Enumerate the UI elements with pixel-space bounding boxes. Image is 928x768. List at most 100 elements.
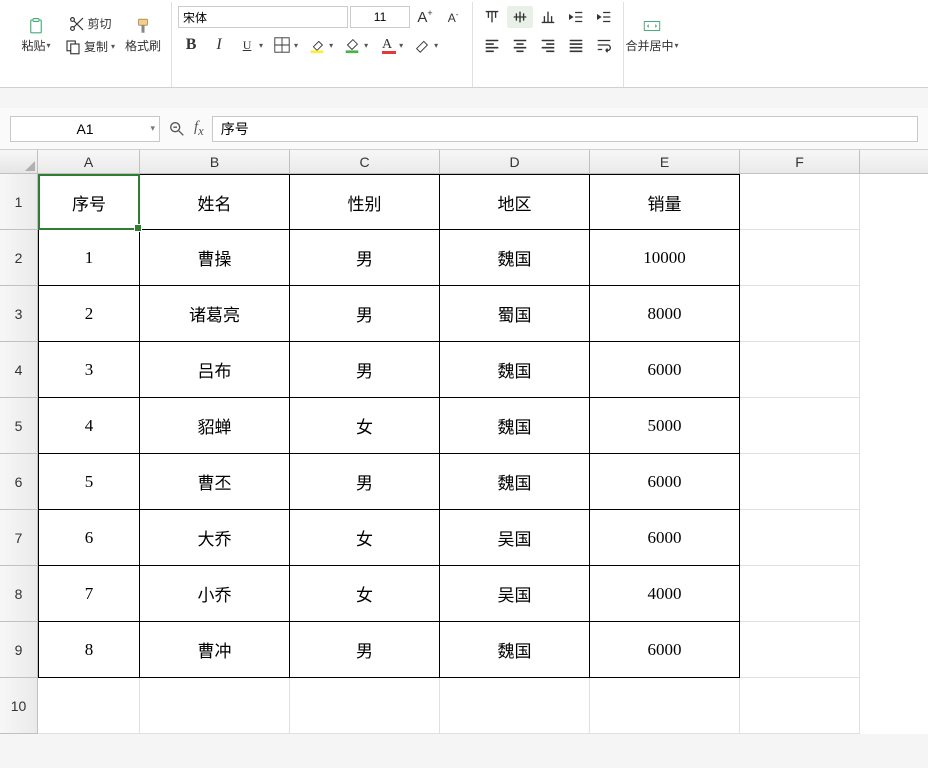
- align-top-button[interactable]: [479, 6, 505, 28]
- cell-A4[interactable]: 3: [38, 342, 140, 398]
- row-header-9[interactable]: 9: [0, 622, 38, 678]
- italic-button[interactable]: I: [206, 34, 232, 56]
- cell-A9[interactable]: 8: [38, 622, 140, 678]
- cell-B8[interactable]: 小乔: [140, 566, 290, 622]
- cell-D1[interactable]: 地区: [440, 174, 590, 230]
- cell-B10[interactable]: [140, 678, 290, 734]
- cell-F9[interactable]: [740, 622, 860, 678]
- cell-D5[interactable]: 魏国: [440, 398, 590, 454]
- cell-A2[interactable]: 1: [38, 230, 140, 286]
- paste-button[interactable]: 粘贴▾: [14, 2, 58, 68]
- format-painter-button[interactable]: 格式刷: [121, 2, 165, 68]
- cell-E2[interactable]: 10000: [590, 230, 740, 286]
- borders-button[interactable]: ▾: [269, 34, 302, 56]
- fill-color-button[interactable]: ▾: [304, 34, 337, 56]
- cell-D2[interactable]: 魏国: [440, 230, 590, 286]
- cell-A8[interactable]: 7: [38, 566, 140, 622]
- cell-C5[interactable]: 女: [290, 398, 440, 454]
- align-left-button[interactable]: [479, 34, 505, 56]
- row-header-5[interactable]: 5: [0, 398, 38, 454]
- col-header-F[interactable]: F: [740, 150, 860, 173]
- cell-B3[interactable]: 诸葛亮: [140, 286, 290, 342]
- cell-B4[interactable]: 吕布: [140, 342, 290, 398]
- align-justify-button[interactable]: [563, 34, 589, 56]
- decrease-indent-button[interactable]: [563, 6, 589, 28]
- col-header-E[interactable]: E: [590, 150, 740, 173]
- cell-A5[interactable]: 4: [38, 398, 140, 454]
- font-name-input[interactable]: [178, 6, 348, 28]
- cell-E9[interactable]: 6000: [590, 622, 740, 678]
- cell-F10[interactable]: [740, 678, 860, 734]
- cell-A3[interactable]: 2: [38, 286, 140, 342]
- formula-input[interactable]: [212, 116, 918, 142]
- align-middle-button[interactable]: [507, 6, 533, 28]
- cell-A10[interactable]: [38, 678, 140, 734]
- cell-F6[interactable]: [740, 454, 860, 510]
- bold-button[interactable]: B: [178, 34, 204, 56]
- cell-E8[interactable]: 4000: [590, 566, 740, 622]
- cell-D10[interactable]: [440, 678, 590, 734]
- increase-indent-button[interactable]: [591, 6, 617, 28]
- cell-A6[interactable]: 5: [38, 454, 140, 510]
- cell-F8[interactable]: [740, 566, 860, 622]
- cell-B6[interactable]: 曹丕: [140, 454, 290, 510]
- eraser-button[interactable]: ▾: [409, 34, 442, 56]
- cell-E3[interactable]: 8000: [590, 286, 740, 342]
- align-right-button[interactable]: [535, 34, 561, 56]
- col-header-C[interactable]: C: [290, 150, 440, 173]
- font-size-input[interactable]: [350, 6, 410, 28]
- cell-F1[interactable]: [740, 174, 860, 230]
- cell-D4[interactable]: 魏国: [440, 342, 590, 398]
- row-header-1[interactable]: 1: [0, 174, 38, 230]
- cell-C6[interactable]: 男: [290, 454, 440, 510]
- copy-button[interactable]: 复制▾: [60, 36, 119, 58]
- fill-color2-button[interactable]: ▾: [339, 34, 372, 56]
- cell-D6[interactable]: 魏国: [440, 454, 590, 510]
- cell-F7[interactable]: [740, 510, 860, 566]
- font-color-button[interactable]: A▾: [374, 34, 407, 56]
- cut-button[interactable]: 剪切: [60, 13, 119, 35]
- cell-C4[interactable]: 男: [290, 342, 440, 398]
- cell-E6[interactable]: 6000: [590, 454, 740, 510]
- cell-C2[interactable]: 男: [290, 230, 440, 286]
- cell-B2[interactable]: 曹操: [140, 230, 290, 286]
- cell-C1[interactable]: 性别: [290, 174, 440, 230]
- zoom-icon[interactable]: [168, 120, 186, 138]
- row-header-8[interactable]: 8: [0, 566, 38, 622]
- increase-font-button[interactable]: A+: [412, 6, 438, 28]
- cell-E5[interactable]: 5000: [590, 398, 740, 454]
- cell-F3[interactable]: [740, 286, 860, 342]
- decrease-font-button[interactable]: A-: [440, 6, 466, 28]
- row-header-2[interactable]: 2: [0, 230, 38, 286]
- cell-D7[interactable]: 吴国: [440, 510, 590, 566]
- cell-C10[interactable]: [290, 678, 440, 734]
- cell-F4[interactable]: [740, 342, 860, 398]
- cell-B1[interactable]: 姓名: [140, 174, 290, 230]
- cell-E4[interactable]: 6000: [590, 342, 740, 398]
- col-header-A[interactable]: A: [38, 150, 140, 173]
- underline-button[interactable]: U▾: [234, 34, 267, 56]
- row-header-4[interactable]: 4: [0, 342, 38, 398]
- cell-C8[interactable]: 女: [290, 566, 440, 622]
- cell-B7[interactable]: 大乔: [140, 510, 290, 566]
- cell-C3[interactable]: 男: [290, 286, 440, 342]
- row-header-6[interactable]: 6: [0, 454, 38, 510]
- fx-icon[interactable]: fx: [194, 119, 204, 139]
- row-header-3[interactable]: 3: [0, 286, 38, 342]
- cell-A1[interactable]: 序号: [38, 174, 140, 230]
- cell-E10[interactable]: [590, 678, 740, 734]
- cell-E1[interactable]: 销量: [590, 174, 740, 230]
- cell-B9[interactable]: 曹冲: [140, 622, 290, 678]
- cell-A7[interactable]: 6: [38, 510, 140, 566]
- align-bottom-button[interactable]: [535, 6, 561, 28]
- row-header-7[interactable]: 7: [0, 510, 38, 566]
- cell-D9[interactable]: 魏国: [440, 622, 590, 678]
- col-header-D[interactable]: D: [440, 150, 590, 173]
- cell-C9[interactable]: 男: [290, 622, 440, 678]
- row-header-10[interactable]: 10: [0, 678, 38, 734]
- wrap-text-button[interactable]: [591, 34, 617, 56]
- cell-D8[interactable]: 吴国: [440, 566, 590, 622]
- col-header-B[interactable]: B: [140, 150, 290, 173]
- cell-C7[interactable]: 女: [290, 510, 440, 566]
- cell-D3[interactable]: 蜀国: [440, 286, 590, 342]
